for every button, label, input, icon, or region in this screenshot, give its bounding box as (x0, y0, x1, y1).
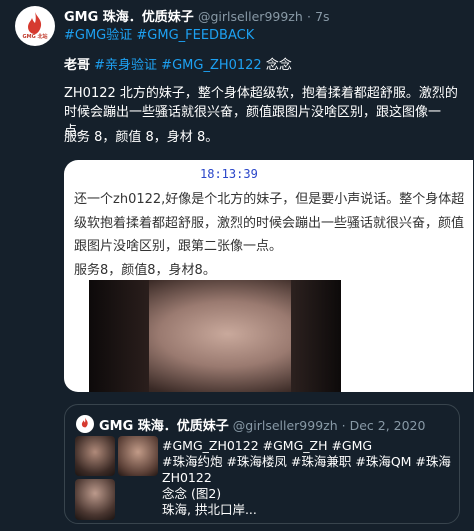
media-photo (89, 280, 341, 392)
quote-text: #GMG_ZH0122 #GMG_ZH #GMG #珠海约炮 #珠海楼凤 #珠海… (162, 438, 451, 518)
quote-line: 珠海, 拱北口岸... (162, 502, 257, 517)
quote-handle[interactable]: @girlseller999zh (233, 418, 338, 433)
line1-suffix: 念念 (265, 58, 292, 73)
tweet-header: GMG 珠海．优质妹子 @girlseller999zh · 7s (64, 6, 462, 25)
quote-thumbnail[interactable] (118, 436, 158, 476)
quote-line: ZH0122 (162, 470, 212, 485)
quote-line: #GMG_ZH0122 #GMG_ZH #GMG (162, 438, 373, 453)
quote-avatar[interactable] (76, 415, 94, 433)
gmg-flame-logo-icon (81, 417, 88, 428)
avatar-caption: GMG 北站 (22, 34, 48, 40)
separator: · (306, 9, 311, 24)
media-chat-text: 还一个zh0122,好像是个北方的妹子，但是要小声说话。整个身体超级软抱着揉着都… (74, 188, 467, 282)
tweet-line-1: 老哥 #亲身验证 #GMG_ZH0122 念念 (64, 56, 460, 75)
line1-prefix: 老哥 (64, 58, 91, 73)
avatar[interactable]: GMG 北站 (15, 6, 55, 46)
photo-hair-right (291, 280, 341, 392)
tweet-time[interactable]: 7s (315, 9, 329, 24)
line1-hashtags[interactable]: #亲身验证 #GMG_ZH0122 (94, 58, 262, 73)
tweet-media-image[interactable]: 18:13:39 还一个zh0122,好像是个北方的妹子，但是要小声说话。整个身… (64, 160, 473, 392)
quote-separator: · (341, 418, 346, 433)
quoted-tweet[interactable]: GMG 珠海．优质妹子 @girlseller999zh · Dec 2, 20… (64, 404, 460, 524)
tweet-scores: 服务 8，颜值 8，身材 8。 (64, 130, 219, 145)
chat-scores: 服务8，颜值8，身材8。 (74, 262, 216, 278)
hashtags[interactable]: #GMG验证 #GMG_FEEDBACK (64, 24, 254, 43)
photo-hair-left (89, 280, 149, 392)
quote-date[interactable]: Dec 2, 2020 (350, 418, 426, 433)
author-handle[interactable]: @girlseller999zh (198, 9, 303, 24)
quote-thumbnails[interactable] (75, 436, 159, 520)
quote-line: 念念 (图2) (162, 486, 222, 501)
quote-author-name[interactable]: GMG 珠海．优质妹子 (99, 419, 229, 434)
gmg-flame-logo-icon (28, 12, 42, 34)
author-name[interactable]: GMG 珠海．优质妹子 (64, 10, 194, 25)
chat-text: 还一个zh0122,好像是个北方的妹子，但是要小声说话。整个身体超级软抱着揉着都… (74, 192, 465, 254)
quote-thumbnail[interactable] (75, 436, 115, 476)
quote-thumbnail[interactable] (75, 479, 115, 520)
media-timestamp: 18:13:39 (200, 167, 258, 181)
quote-header: GMG 珠海．优质妹子 @girlseller999zh · Dec 2, 20… (99, 415, 425, 434)
tweet[interactable]: GMG 北站 GMG 珠海．优质妹子 @girlseller999zh · 7s… (0, 0, 474, 531)
quote-line: #珠海约炮 #珠海楼凤 #珠海兼职 #珠海QM #珠海美女 (162, 454, 451, 469)
